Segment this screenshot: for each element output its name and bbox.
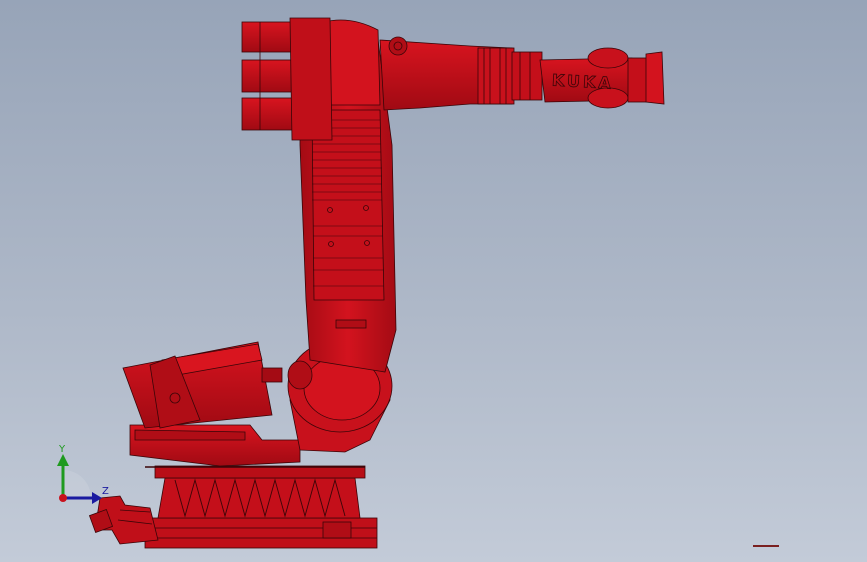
graphics-viewport[interactable]: KUKA Y Z	[0, 0, 867, 562]
z-axis-label: Z	[102, 486, 109, 497]
y-arrow-icon	[57, 454, 69, 466]
robot-base	[144, 465, 378, 549]
y-axis-label: Y	[58, 444, 66, 455]
robot-model[interactable]: KUKA	[0, 0, 867, 562]
counterbalance-cylinder	[122, 341, 283, 429]
reference-triad[interactable]: Y Z	[50, 440, 120, 510]
manufacturer-logo: KUKA	[551, 71, 614, 93]
z-arrow-icon	[92, 492, 102, 504]
axis-motors	[241, 17, 333, 141]
scale-bar	[753, 545, 779, 547]
origin-icon	[59, 494, 67, 502]
upper-arm	[379, 36, 543, 111]
triad-plane-icon	[63, 470, 91, 498]
